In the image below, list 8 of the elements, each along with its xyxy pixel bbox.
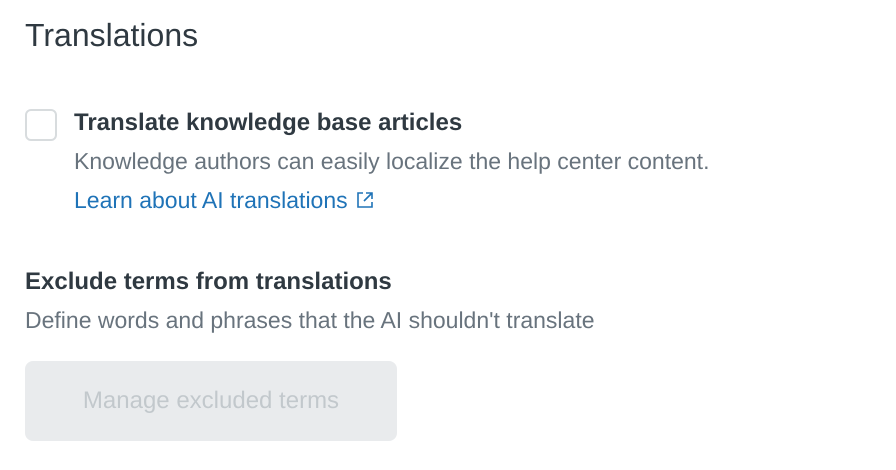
- section-heading: Exclude terms from translations: [25, 267, 393, 297]
- option-description: Knowledge authors can easily localize the help center content.: [74, 147, 710, 176]
- section-description: Define words and phrases that the AI shouldn't translate: [25, 307, 595, 333]
- section-title: Translations: [25, 16, 200, 55]
- learn-link[interactable]: Learn about AI translations: [74, 180, 374, 220]
- external-link-icon: [356, 191, 374, 209]
- checkbox-label: Translate knowledge base articles: [74, 108, 462, 138]
- checkbox[interactable]: [25, 109, 57, 141]
